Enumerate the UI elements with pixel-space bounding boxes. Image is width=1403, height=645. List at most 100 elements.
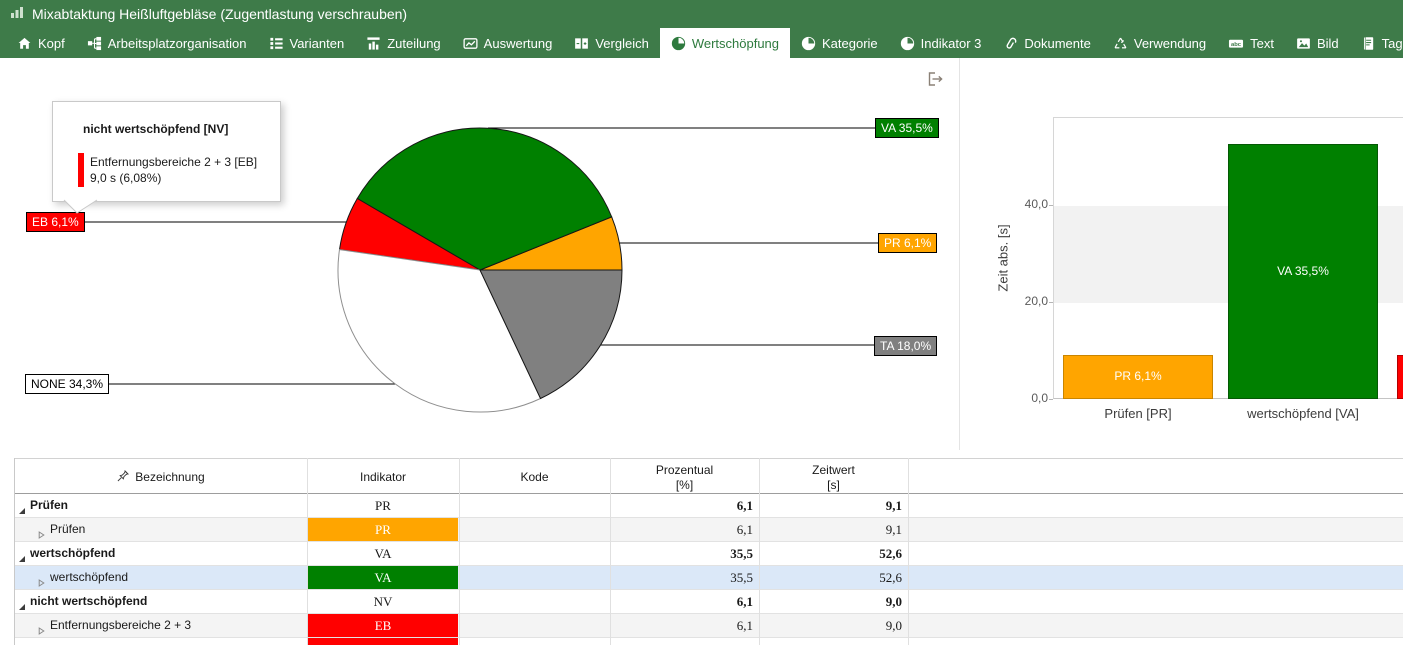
cell-zeitwert: 52,6 [759, 542, 902, 565]
tab-label: Wertschöpfung [692, 36, 779, 51]
table-grid-line [14, 458, 15, 645]
y-tick-mark [1049, 302, 1053, 303]
cell-zeitwert: 9,1 [759, 494, 902, 517]
cell-prozentual: 6,1 [610, 590, 753, 613]
table-row[interactable]: wertschöpfendVA35,552,6 [14, 566, 1403, 590]
pushpin-icon [116, 469, 130, 486]
tab-indikator-3[interactable]: Indikator 3 [889, 28, 993, 58]
bar-clipped[interactable] [1397, 355, 1403, 399]
pie-icon [801, 36, 816, 51]
home-icon [17, 36, 32, 51]
column-label: Indikator [360, 470, 406, 484]
column-label: Kode [520, 470, 548, 484]
tab-wertsch-pfung[interactable]: Wertschöpfung [660, 28, 790, 58]
tab-zuteilung[interactable]: Zuteilung [355, 28, 451, 58]
tooltip-line1: Entfernungsbereiche 2 + 3 [EB] [90, 155, 257, 169]
column-header-indikator[interactable]: Indikator [307, 459, 459, 495]
title-bar: Mixabtaktung Heißluftgebläse (Zugentlast… [0, 0, 1403, 28]
tab-label: Kategorie [822, 36, 878, 51]
cell-zeitwert: 9,0 [759, 614, 902, 637]
tab-label: Dokumente [1024, 36, 1090, 51]
tab-bar: Kopf Arbeitsplatzorganisation Varianten Zut… [0, 28, 1403, 58]
cell-kode [459, 494, 610, 517]
tab-verwendung[interactable]: Verwendung [1102, 28, 1217, 58]
table-header-row: Bezeichnung Indikator Kode Prozentual[%]Zei… [14, 458, 1403, 494]
export-icon[interactable] [924, 68, 946, 90]
column-header-kode[interactable]: Kode [459, 459, 610, 495]
tab-kopf[interactable]: Kopf [6, 28, 76, 58]
table-row[interactable]: PrüfenPR6,19,1 [14, 494, 1403, 518]
tab-arbeitsplatzorganisation[interactable]: Arbeitsplatzorganisation [76, 28, 258, 58]
tab-label: Varianten [290, 36, 345, 51]
paperclip-icon [1003, 36, 1018, 51]
tab-label: Kopf [38, 36, 65, 51]
cell-indicator-chip [308, 638, 458, 645]
tab-label: Vergleich [595, 36, 648, 51]
pie-icon [671, 36, 686, 51]
tab-dokumente[interactable]: Dokumente [992, 28, 1101, 58]
cell-zeitwert: 52,6 [759, 566, 902, 589]
table-row[interactable] [14, 638, 1403, 645]
pie-callout-none[interactable]: NONE 34,3% [25, 374, 109, 394]
y-tick-label: 20,0 [1008, 294, 1048, 308]
table-row[interactable]: Entfernungsbereiche 2 + 3 EB 6,1 9,0 [14, 614, 1403, 638]
abc-icon: abc [1228, 36, 1244, 51]
column-sub-label: [s] [827, 478, 840, 492]
y-tick-mark [1049, 205, 1053, 206]
cell-indicator: NV [307, 590, 459, 613]
panel-divider [959, 58, 960, 450]
x-axis-category: Prüfen [PR] [1104, 406, 1171, 421]
window-title: Mixabtaktung Heißluftgebläse (Zugentlast… [32, 6, 407, 22]
tab-label: Text [1250, 36, 1274, 51]
cell-prozentual: 6,1 [610, 614, 753, 637]
cell-prozentual: 35,5 [610, 542, 753, 565]
tab-label: Auswertung [484, 36, 553, 51]
tooltip-tail [50, 196, 110, 218]
column-header-zeitwert[interactable]: Zeitwert[s] [759, 459, 908, 495]
app-window: Mixabtaktung Heißluftgebläse (Zugentlast… [0, 0, 1403, 645]
image-icon [1296, 36, 1311, 51]
table-grid-line [459, 458, 460, 645]
cell-prozentual: 6,1 [610, 518, 753, 541]
table-row[interactable]: wertschöpfendVA35,552,6 [14, 542, 1403, 566]
tab-text[interactable]: abc Text [1217, 28, 1285, 58]
slice-tooltip: nicht wertschöpfend [NV] Entfernungsbere… [52, 101, 281, 202]
cell-zeitwert [759, 638, 902, 645]
cell-prozentual: 6,1 [610, 494, 753, 517]
table-row[interactable]: PrüfenPR6,19,1 [14, 518, 1403, 542]
tab-tagebuch[interactable]: Tagebuch [1350, 28, 1403, 58]
list-icon [269, 36, 284, 51]
cell-indicator-chip: EB [308, 614, 458, 637]
bar-value-label: VA 35,5% [1277, 264, 1329, 278]
cell-prozentual [610, 638, 753, 645]
tab-varianten[interactable]: Varianten [258, 28, 356, 58]
tab-bild[interactable]: Bild [1285, 28, 1350, 58]
tab-label: Indikator 3 [921, 36, 982, 51]
pie-callout-pr[interactable]: PR 6,1% [878, 233, 937, 253]
tab-vergleich[interactable]: Vergleich [563, 28, 659, 58]
table-grid-line [610, 458, 611, 645]
pie-callout-ta[interactable]: TA 18,0% [874, 336, 937, 356]
cell-bezeichnung: Entfernungsbereiche 2 + 3 [50, 614, 191, 637]
tab-label: Bild [1317, 36, 1339, 51]
table-row[interactable]: nicht wertschöpfendNV6,19,0 [14, 590, 1403, 614]
barchart-icon [366, 36, 381, 51]
cell-kode [459, 566, 610, 589]
cell-bezeichnung: nicht wertschöpfend [30, 590, 147, 613]
cell-zeitwert: 9,1 [759, 518, 902, 541]
tab-kategorie[interactable]: Kategorie [790, 28, 889, 58]
y-axis-title: Zeit abs. [s] [996, 224, 1011, 291]
tooltip-line2: 9,0 s (6,08%) [90, 171, 161, 185]
y-tick-label: 0,0 [1008, 391, 1048, 405]
tooltip-color-marker [78, 153, 84, 187]
column-header-prozentual[interactable]: Prozentual[%] [610, 459, 759, 495]
cell-bezeichnung: wertschöpfend [30, 542, 115, 565]
column-header-bezeichnung[interactable]: Bezeichnung [14, 459, 307, 495]
cell-indicator: PR [307, 494, 459, 517]
tab-auswertung[interactable]: Auswertung [452, 28, 564, 58]
report-icon [463, 36, 478, 51]
cell-bezeichnung: wertschöpfend [50, 566, 128, 589]
y-tick-label: 40,0 [1008, 197, 1048, 211]
tab-label: Arbeitsplatzorganisation [108, 36, 247, 51]
pie-callout-va[interactable]: VA 35,5% [875, 118, 939, 138]
